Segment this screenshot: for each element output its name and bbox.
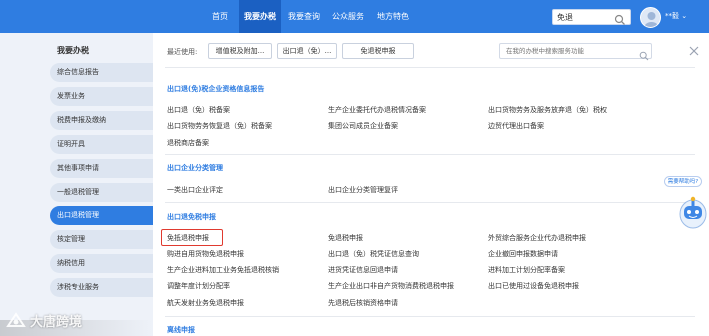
link-self-use-refund[interactable]: 购进自用货物免退税申报 [167, 249, 244, 259]
section-title-offline: 离线申报 [167, 326, 195, 334]
nav-query[interactable]: 我要查询 [283, 0, 325, 33]
top-nav-bar: 首页 我要办税 我要查询 公众服务 地方特色 **毅 ⌄ [0, 0, 709, 33]
sidebar-item-export-refund[interactable]: 出口退税管理 [50, 206, 153, 225]
close-icon[interactable] [689, 41, 699, 56]
link-used-equipment[interactable]: 出口已使用过设备免退税申报 [488, 281, 579, 291]
service-search-input[interactable] [499, 43, 652, 59]
link-adjust-rate[interactable]: 调整年度计划分配率 [167, 281, 230, 291]
link-processing-writeoff[interactable]: 生产企业进料加工业务免抵退税核销 [167, 265, 279, 275]
recent-button-vat[interactable]: 增值税及附加... [208, 43, 272, 59]
link-refund-filing[interactable]: 免退税申报 [328, 233, 363, 243]
link-allocation-filing[interactable]: 进料加工计划分配率备案 [488, 265, 565, 275]
section-title-refund-filing: 出口退免税申报 [167, 213, 216, 221]
link-aerospace-refund[interactable]: 航天发射业务免退税申报 [167, 298, 244, 308]
link-exempt-credit-refund[interactable]: 免抵退税申报 [167, 233, 209, 243]
sidebar-item-assessment[interactable]: 核定管理 [50, 230, 153, 249]
sidebar-item-tax-filing[interactable]: 税费申报及缴纳 [50, 111, 153, 130]
link-voucher-query[interactable]: 出口退（免）税凭证信息查询 [328, 249, 419, 259]
nav-tax-service[interactable]: 我要办税 [239, 0, 281, 33]
link-voucher-rollback[interactable]: 进货凭证信息回退申请 [328, 265, 398, 275]
sidebar-item-info-report[interactable]: 综合信息报告 [50, 63, 153, 82]
nav-local-feature[interactable]: 地方特色 [372, 0, 414, 33]
sidebar-item-professional[interactable]: 涉税专业服务 [50, 278, 153, 297]
watermark-text: 大唐跨境 [30, 315, 83, 330]
robot-assistant-icon[interactable] [676, 194, 708, 230]
link-consumption-refund[interactable]: 生产企业出口非自产货物消费税退税申报 [328, 281, 454, 291]
link-restore-filing[interactable]: 出口货物劳务恢复退（免）税备案 [167, 121, 272, 131]
section-title-classification: 出口企业分类管理 [167, 164, 223, 172]
avatar-icon[interactable] [640, 7, 661, 28]
sidebar-item-invoice[interactable]: 发票业务 [50, 87, 153, 106]
link-class-review[interactable]: 出口企业分类管理复评 [328, 185, 398, 195]
watermark-logo-icon [6, 312, 26, 328]
main-panel: 最近使用: 增值税及附加... 出口退（免）... 免退税申报 出口退(免)税企… [153, 33, 709, 336]
link-export-filing[interactable]: 出口退（免）税备案 [167, 105, 230, 115]
divider [165, 316, 695, 317]
sidebar-item-certificate[interactable]: 证明开具 [50, 135, 153, 154]
link-group-filing[interactable]: 集团公司成员企业备案 [328, 121, 398, 131]
recent-label: 最近使用: [167, 48, 198, 56]
sidebar: 我要办税 综合信息报告 发票业务 税费申报及缴纳 证明开具 其他事项申请 一般退… [0, 33, 153, 336]
recent-button-refund[interactable]: 免退税申报 [342, 43, 414, 59]
sidebar-item-general-refund[interactable]: 一般退税管理 [50, 183, 153, 202]
link-refund-first[interactable]: 先退税后核销资格申请 [328, 298, 398, 308]
section-title-qualification: 出口退(免)税企业资格信息报告 [167, 85, 265, 93]
search-icon[interactable] [639, 46, 649, 61]
divider [165, 67, 695, 68]
link-withdraw-request[interactable]: 企业撤回申报数据申请 [488, 249, 558, 259]
sidebar-item-other-request[interactable]: 其他事项申请 [50, 159, 153, 178]
divider [165, 202, 695, 203]
link-refund-shop[interactable]: 退税商店备案 [167, 138, 209, 148]
user-name[interactable]: **毅 ⌄ [665, 0, 687, 33]
link-foreign-trade-agent[interactable]: 外贸综合服务企业代办退税申报 [488, 233, 586, 243]
link-class-one-eval[interactable]: 一类出口企业评定 [167, 185, 223, 195]
link-border-trade[interactable]: 边贸代理出口备案 [488, 121, 544, 131]
help-bubble[interactable]: 需要帮助吗? [664, 176, 702, 187]
divider [165, 154, 695, 155]
recent-button-export[interactable]: 出口退（免）... [277, 43, 337, 59]
link-agent-filing[interactable]: 生产企业委托代办退税情况备案 [328, 105, 426, 115]
nav-home[interactable]: 首页 [201, 0, 239, 33]
sidebar-item-credit[interactable]: 纳税信用 [50, 254, 153, 273]
sidebar-title: 我要办税 [57, 46, 89, 55]
search-icon[interactable] [614, 11, 626, 25]
nav-public-service[interactable]: 公众服务 [327, 0, 369, 33]
link-waive-right[interactable]: 出口货物劳务及服务放弃退（免）税权 [488, 105, 607, 115]
